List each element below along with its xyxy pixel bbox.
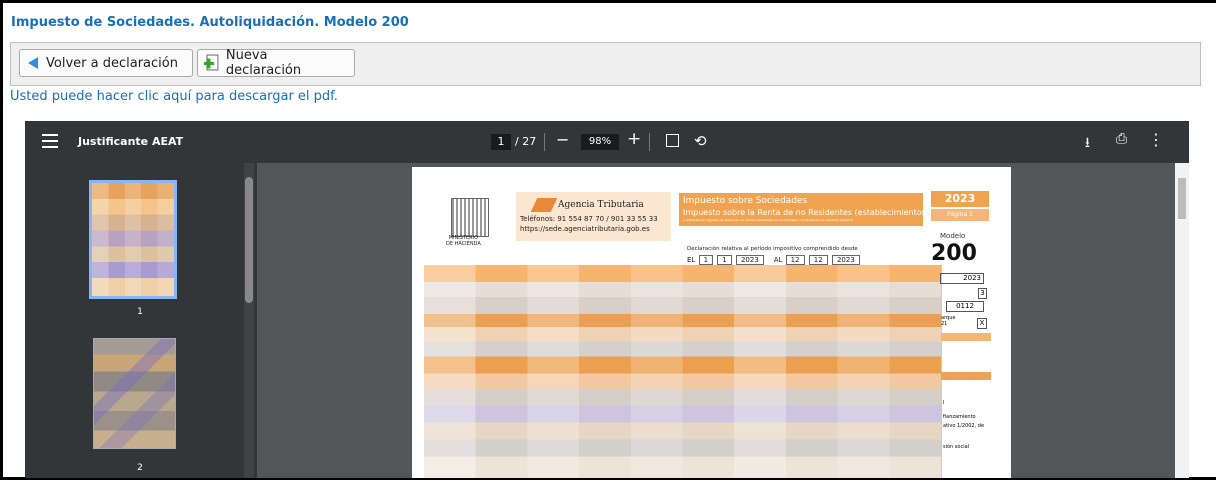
download-pdf-link[interactable]: Usted puede hacer clic aquí para descarg… bbox=[10, 89, 338, 104]
from-day: 1 bbox=[698, 255, 714, 265]
right-number-field: 3 bbox=[978, 288, 987, 299]
to-month: 12 bbox=[808, 255, 828, 265]
from-label: EL bbox=[687, 256, 696, 264]
right-text-2: fianzamiento bbox=[943, 414, 976, 420]
zoom-out-button[interactable]: − bbox=[556, 130, 569, 149]
declaration-period-text: Declaración relativa al período impositi… bbox=[687, 246, 858, 252]
fit-page-icon[interactable] bbox=[666, 134, 679, 147]
more-options-icon[interactable]: ⋮ bbox=[1148, 130, 1164, 149]
new-document-icon bbox=[204, 54, 219, 71]
right-code-field: 0112 bbox=[946, 301, 984, 312]
right-text-1: l bbox=[943, 400, 945, 406]
thumbnail-label-2: 2 bbox=[137, 463, 143, 473]
tax-title-box: Impuesto sobre Sociedades Impuesto sobre… bbox=[679, 193, 982, 226]
new-declaration-button[interactable]: Nueva declaración bbox=[197, 48, 355, 78]
thumbnail-label-1: 1 bbox=[137, 307, 143, 317]
agency-phone: Teléfonos: 91 554 87 70 / 901 33 55 33 bbox=[520, 215, 658, 223]
page-number-input[interactable]: 1 bbox=[491, 134, 511, 150]
viewer-toolbar: Justificante AEAT 1 / 27 − 98% + ⟲ ⭳ ⎙ ⋮ bbox=[25, 121, 1189, 163]
zoom-in-button[interactable]: + bbox=[627, 129, 641, 149]
pixelated-form-content bbox=[424, 265, 941, 478]
menu-icon[interactable] bbox=[42, 134, 58, 150]
document-scroll-thumb[interactable] bbox=[1178, 178, 1186, 219]
modelo-number: 200 bbox=[931, 241, 977, 266]
document-title: Justificante AEAT bbox=[78, 135, 184, 148]
tax-title-line3: y entidades en régimen de atribución de … bbox=[683, 218, 853, 222]
back-button[interactable]: Volver a declaración bbox=[19, 49, 193, 77]
pdf-page: MINISTERIO DE HACIENDA Agencia Tributari… bbox=[412, 167, 1011, 478]
modelo-label: Modelo bbox=[940, 232, 966, 240]
back-arrow-icon bbox=[28, 57, 38, 69]
page-title: Impuesto de Sociedades. Autoliquidación.… bbox=[11, 15, 409, 30]
tax-year-badge: 2023 bbox=[931, 191, 989, 207]
to-label: AL bbox=[773, 256, 783, 264]
page-label-badge: Página 1 bbox=[931, 209, 989, 221]
print-icon[interactable]: ⎙ bbox=[1116, 131, 1127, 147]
right-marque-label: arque 21 bbox=[941, 315, 956, 327]
tax-title-line1: Impuesto sobre Sociedades bbox=[683, 196, 808, 206]
toolbar-divider bbox=[649, 133, 650, 151]
action-toolbar: Volver a declaración Nueva declaración bbox=[10, 42, 1201, 86]
new-declaration-label: Nueva declaración bbox=[225, 48, 302, 78]
agency-website: https://sede.agenciatributaria.gob.es bbox=[520, 225, 650, 233]
agency-logo-icon bbox=[530, 198, 558, 212]
to-day: 12 bbox=[785, 255, 805, 265]
back-button-label: Volver a declaración bbox=[46, 55, 178, 71]
from-month: 1 bbox=[717, 255, 732, 265]
ministry-label: MINISTERIO DE HACIENDA bbox=[446, 235, 481, 247]
agency-header: Agencia Tributaria Teléfonos: 91 554 87 … bbox=[516, 192, 671, 241]
right-check-field: X bbox=[977, 318, 987, 329]
government-crest-icon bbox=[451, 198, 489, 237]
declaration-dates: EL 1 1 2023 AL 12 12 2023 bbox=[687, 255, 861, 265]
zoom-input[interactable]: 98% bbox=[581, 134, 619, 150]
right-text-3: ativo 1/2002, de bbox=[943, 423, 985, 429]
right-text-4: sión social bbox=[943, 444, 970, 450]
right-year-field: 2023 bbox=[940, 273, 984, 284]
to-year: 2023 bbox=[831, 255, 860, 265]
pdf-viewer: Justificante AEAT 1 / 27 − 98% + ⟲ ⭳ ⎙ ⋮… bbox=[25, 121, 1189, 478]
orange-section-band bbox=[941, 333, 991, 341]
sidebar-scroll-thumb[interactable] bbox=[245, 177, 253, 303]
from-year: 2023 bbox=[735, 255, 764, 265]
page-thumbnail-1[interactable] bbox=[89, 180, 177, 299]
thumbnail-sidebar: 1 2 bbox=[25, 163, 257, 478]
page-total: / 27 bbox=[515, 135, 537, 148]
rotate-icon[interactable]: ⟲ bbox=[694, 132, 707, 150]
toolbar-divider bbox=[544, 133, 545, 151]
download-icon[interactable]: ⭳ bbox=[1085, 132, 1090, 156]
orange-section-band bbox=[941, 372, 991, 380]
page-thumbnail-2[interactable] bbox=[93, 338, 176, 449]
agency-name: Agencia Tributaria bbox=[558, 200, 644, 210]
